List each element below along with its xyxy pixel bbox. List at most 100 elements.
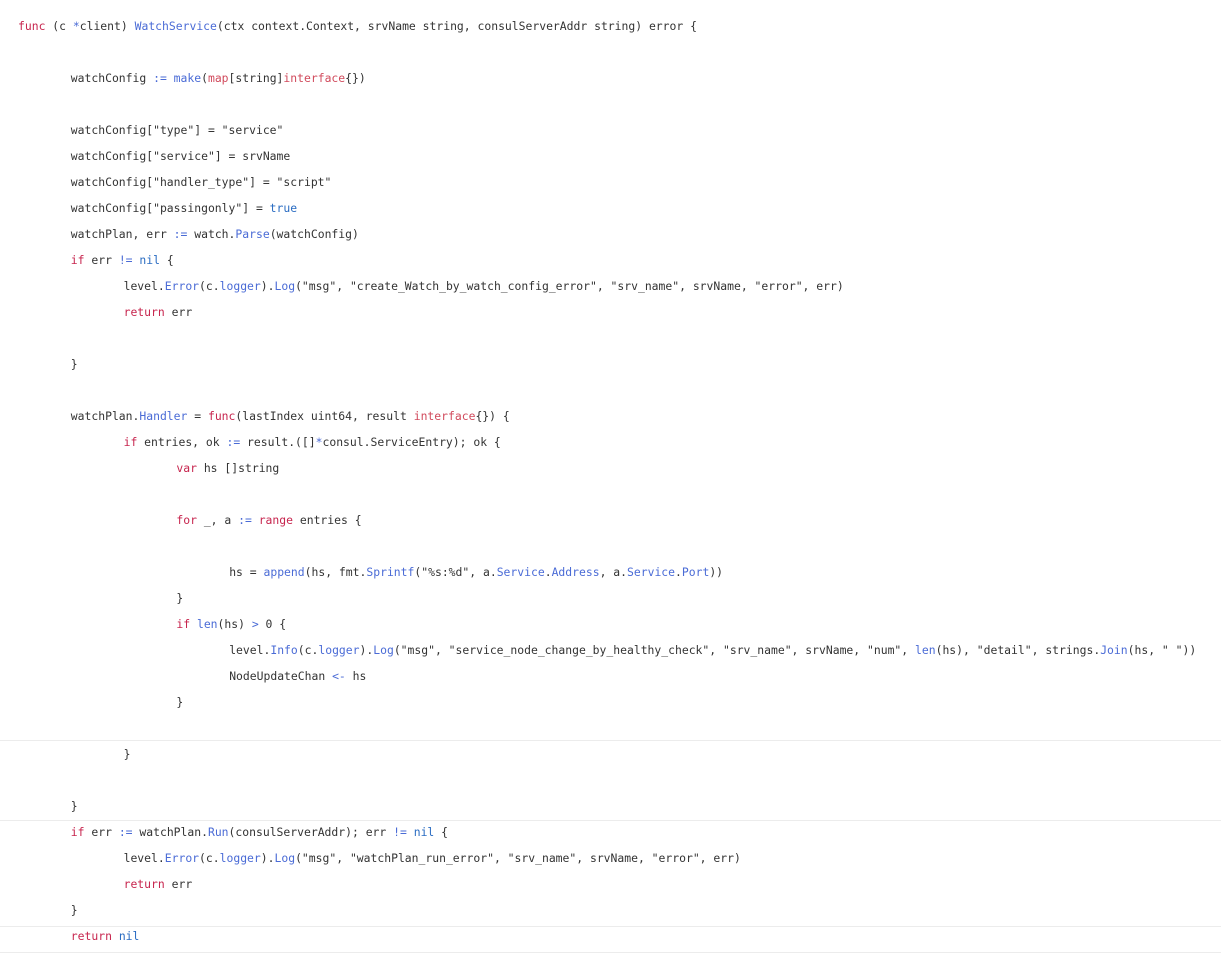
plain-token: 0 { [258, 617, 287, 631]
plain-token: watchPlan. [132, 825, 208, 839]
plain-token: ("msg", "watchPlan_run_error", "srv_name… [295, 851, 741, 865]
plain-token: } [176, 591, 184, 605]
plain-token: ). [260, 851, 275, 865]
code-line: return err [124, 302, 193, 322]
code-line: } [124, 744, 131, 764]
keyword-token: for [176, 513, 197, 527]
code-line: level.Error(c.logger).Log("msg", "create… [124, 276, 844, 296]
code-line: NodeUpdateChan <- hs [229, 666, 366, 686]
code-line: level.Error(c.logger).Log("msg", "watchP… [124, 848, 741, 868]
plain-token: = [187, 409, 208, 423]
code-line: } [176, 588, 183, 608]
plain-token: { [434, 825, 449, 839]
row-separator [0, 740, 1221, 741]
operator-token: := [238, 513, 252, 527]
plain-token: (ctx context.Context, srvName string, co… [216, 19, 697, 33]
plain-token: level. [123, 851, 165, 865]
function-token: Error [164, 279, 200, 293]
plain-token: ("%s:%d", a. [414, 565, 497, 579]
keyword-token: if [70, 825, 85, 839]
plain-token: ("msg", "create_Watch_by_watch_config_er… [295, 279, 844, 293]
code-line: return err [124, 874, 193, 894]
plain-token: NodeUpdateChan [229, 669, 333, 683]
keyword-token: if [123, 435, 138, 449]
plain-token: (hs) [217, 617, 252, 631]
plain-token: , a. [599, 565, 628, 579]
plain-token: ). [260, 279, 275, 293]
function-token: Sprintf [366, 565, 415, 579]
type-token: interface [413, 409, 476, 423]
plain-token: watchPlan, err [70, 227, 174, 241]
operator-token: := [226, 435, 241, 449]
plain-token: result.([] [240, 435, 316, 449]
plain-token: watchPlan. [70, 409, 140, 423]
function-token: Run [207, 825, 229, 839]
plain-token: level. [229, 643, 271, 657]
function-token: Parse [235, 227, 270, 241]
plain-token: (hs, fmt. [304, 565, 367, 579]
function-token: Address [551, 565, 600, 579]
function-token: len [915, 643, 936, 657]
function-token: len [196, 617, 218, 631]
function-token: Port [681, 565, 710, 579]
code-line: if err != nil { [71, 250, 174, 270]
code-line: if err := watchPlan.Run(consulServerAddr… [71, 822, 448, 842]
operator-token: > [251, 617, 259, 631]
function-token: logger [219, 851, 261, 865]
plain-token: ("msg", "service_node_change_by_healthy_… [393, 643, 916, 657]
operator-token: != [118, 253, 133, 267]
function-token: Info [270, 643, 298, 657]
keyword-token: var [176, 461, 197, 475]
plain-token: { [159, 253, 174, 267]
plain-token: watchConfig["type"] = "service" [70, 123, 284, 137]
plain-token: hs = [229, 565, 264, 579]
plain-token: watchConfig [70, 71, 154, 85]
code-line: } [71, 354, 78, 374]
operator-token: := [153, 71, 167, 85]
plain-token: client) [79, 19, 135, 33]
plain-token: (c [45, 19, 73, 33]
plain-token: watchConfig["handler_type"] = "script" [70, 175, 332, 189]
plain-token: (c. [297, 643, 319, 657]
function-token: logger [318, 643, 360, 657]
plain-token: } [70, 903, 78, 917]
plain-token: (hs), "detail", strings. [935, 643, 1101, 657]
keyword-token: if [176, 617, 191, 631]
code-line: for _, a := range entries { [176, 510, 361, 530]
code-block: func (c *client) WatchService(ctx contex… [0, 0, 1221, 954]
function-token: WatchService [134, 19, 217, 33]
function-token: logger [219, 279, 261, 293]
plain-token: err [164, 305, 193, 319]
plain-token: (hs, " ")) [1127, 643, 1197, 657]
keyword-token: func [18, 19, 46, 33]
plain-token: watchConfig["service"] = srvName [70, 149, 291, 163]
keyword-token: return [123, 877, 165, 891]
plain-token: err [84, 253, 119, 267]
code-line: } [176, 692, 183, 712]
operator-token: := [118, 825, 133, 839]
code-line: return nil [71, 926, 140, 946]
plain-token: (watchConfig) [269, 227, 359, 241]
plain-token: _, a [196, 513, 239, 527]
row-separator [0, 820, 1221, 821]
code-line: watchPlan.Handler = func(lastIndex uint6… [71, 406, 510, 426]
function-token: Error [164, 851, 200, 865]
literal-token: true [269, 201, 298, 215]
literal-token: nil [139, 253, 160, 267]
plain-token: (c. [199, 279, 220, 293]
operator-token: * [72, 19, 80, 33]
keyword-token: return [123, 305, 165, 319]
plain-token: entries, ok [137, 435, 227, 449]
operator-token: != [393, 825, 407, 839]
code-line: if entries, ok := result.([]*consul.Serv… [124, 432, 501, 452]
literal-token: nil [118, 929, 140, 943]
function-token: Log [274, 279, 296, 293]
plain-token: level. [123, 279, 165, 293]
keyword-token: return [70, 929, 112, 943]
plain-token: watchConfig["passingonly"] = [70, 201, 270, 215]
function-token: make [173, 71, 202, 85]
plain-token: hs []string [196, 461, 280, 475]
